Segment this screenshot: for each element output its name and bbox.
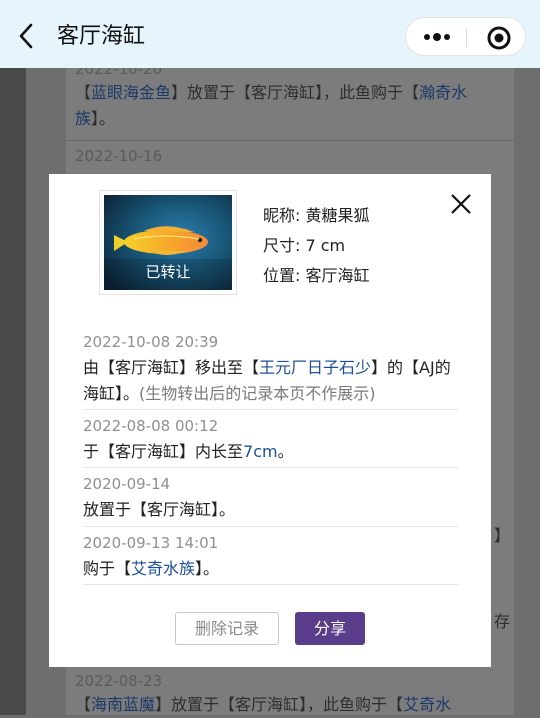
fish-size: 尺寸: 7 cm	[263, 236, 346, 255]
bg-fragment: 】	[494, 526, 511, 545]
capsule-divider	[466, 28, 467, 47]
size-link[interactable]: 7cm	[243, 442, 278, 461]
bg-entry-text: 【蓝眼海金鱼】放置于【客厅海缸】，此鱼购于【瀚奇水族】。	[75, 83, 468, 128]
fish-location: 位置: 客厅海缸	[263, 266, 370, 285]
user-link[interactable]: 王元厂日子石少	[259, 358, 371, 377]
record-divider	[83, 409, 458, 410]
transferred-stamp: 已转让	[145, 263, 191, 281]
record-date: 2022-08-08 00:12	[83, 417, 219, 435]
record-date: 2020-09-13 14:01	[83, 534, 219, 552]
shop-link[interactable]: 艾奇水族	[131, 559, 195, 578]
fish-photo: 已转让	[99, 190, 237, 295]
record-date: 2022-10-08 20:39	[83, 333, 219, 351]
bg-fish-link[interactable]: 海南蓝魔	[91, 695, 155, 714]
record-date: 2020-09-14	[83, 475, 171, 493]
record-text: 由【客厅海缸】移出至【王元厂日子石少】的【AJ的海缸】。(生物转出后的记录本页不…	[83, 358, 451, 403]
more-dots-icon[interactable]	[422, 26, 452, 48]
record-note: (生物转出后的记录本页不作展示)	[139, 384, 376, 403]
record-divider	[83, 467, 458, 468]
close-icon[interactable]	[449, 192, 473, 216]
record-item: 2022-08-08 00:12 于【客厅海缸】内长至7cm。	[83, 416, 458, 465]
record-text: 于【客厅海缸】内长至7cm。	[83, 442, 294, 461]
record-item: 2020-09-13 14:01 购于【艾奇水族】。	[83, 533, 458, 582]
mini-program-capsule	[405, 17, 526, 56]
page-title: 客厅海缸	[57, 24, 146, 49]
target-icon[interactable]	[485, 24, 513, 52]
fish-nickname: 昵称: 黄糖果狐	[263, 206, 370, 225]
record-divider	[83, 526, 458, 527]
fish-detail-dialog: 已转让 昵称: 黄糖果狐 尺寸: 7 cm 位置: 客厅海缸 2022-10-0…	[49, 174, 491, 667]
bg-fish-link[interactable]: 蓝眼海金鱼	[91, 83, 171, 102]
background-sidebar	[0, 68, 26, 715]
bg-entry-text: 【海南蓝魔】放置于【客厅海缸】，此鱼购于【艾奇水	[75, 695, 452, 714]
record-item: 2020-09-14 放置于【客厅海缸】。	[83, 474, 458, 523]
bg-entry-date: 2022-08-23	[75, 672, 163, 690]
record-text: 购于【艾奇水族】。	[83, 559, 220, 578]
record-item: 2022-10-08 20:39 由【客厅海缸】移出至【王元厂日子石少】的【AJ…	[83, 332, 458, 407]
bg-fragment: 存	[494, 612, 511, 631]
bg-entry-date: 2022-10-16	[75, 147, 163, 165]
navigation-bar: 客厅海缸	[0, 0, 540, 68]
delete-record-button[interactable]: 删除记录	[175, 612, 279, 645]
chevron-left-icon[interactable]	[16, 22, 38, 50]
share-button[interactable]: 分享	[295, 612, 365, 645]
record-text: 放置于【客厅海缸】。	[83, 500, 236, 519]
record-divider	[83, 584, 458, 585]
bg-shop-link[interactable]: 艾奇水	[403, 695, 451, 714]
bg-divider	[66, 140, 514, 141]
